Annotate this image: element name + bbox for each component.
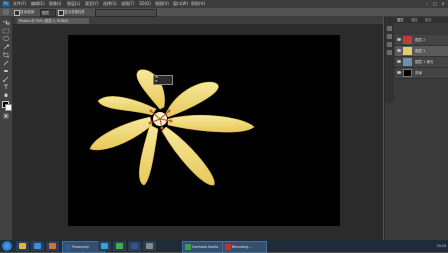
- visibility-eye-icon[interactable]: [397, 38, 401, 41]
- layer-row[interactable]: 图层 1 拷贝: [395, 57, 448, 68]
- document-canvas[interactable]: [68, 35, 340, 226]
- tab-channels[interactable]: 通道: [411, 17, 418, 23]
- menu-item-layer[interactable]: 图层(L): [67, 1, 80, 7]
- layer-name: 图层 1 拷贝: [415, 60, 434, 64]
- brush-tool-icon[interactable]: [2, 76, 10, 82]
- layer-row[interactable]: 背景: [395, 68, 448, 79]
- move-tool-icon[interactable]: [2, 19, 11, 26]
- eyedropper-tool-icon[interactable]: [2, 60, 10, 66]
- photoshop-logo: Ps: [2, 1, 10, 7]
- move-tool-preset-icon[interactable]: [3, 9, 9, 15]
- tab-layers[interactable]: 图层: [397, 17, 404, 23]
- camtasia-task-icon: [185, 244, 191, 250]
- recording-task-icon: [225, 244, 231, 250]
- menu-bar: Ps 文件(F) 编辑(E) 图像(I) 图层(L) 类型(Y) 选择(S) 滤…: [0, 0, 448, 8]
- menu-item-select[interactable]: 选择(S): [103, 1, 117, 7]
- wechat-icon: [116, 243, 123, 249]
- tab-paths[interactable]: 路径: [425, 17, 432, 23]
- task-label: Photoshop: [72, 245, 89, 249]
- task-label: Recording...: [232, 245, 251, 249]
- marquee-tool-icon[interactable]: [2, 28, 10, 34]
- start-button[interactable]: [2, 241, 12, 251]
- layer-name: 图层 1: [415, 49, 426, 53]
- taskbar-app-media[interactable]: [46, 241, 59, 251]
- visibility-eye-icon[interactable]: [397, 71, 401, 74]
- layers-list: 图层 2 图层 1 图层 1 拷贝 背景: [395, 35, 448, 105]
- tools-panel: [0, 17, 13, 240]
- taskbar-app-wechat[interactable]: [113, 241, 126, 251]
- taskbar-app-word[interactable]: [128, 241, 141, 251]
- word-icon: [131, 243, 138, 249]
- menu-item-3d[interactable]: 3D(D): [139, 1, 151, 7]
- menu-item-edit[interactable]: 编辑(E): [31, 1, 45, 7]
- system-tray: 10:24: [437, 241, 446, 251]
- photoshop-task-icon: [65, 244, 71, 250]
- windows-taskbar: Photoshop Camtasia Studio Recording... 1…: [0, 240, 448, 253]
- tooltip-height: H:: [155, 78, 159, 83]
- auto-select-label: 自动选择:: [20, 10, 36, 14]
- menu-item-image[interactable]: 图像(I): [49, 1, 61, 7]
- history-icon[interactable]: [387, 26, 392, 31]
- layer-name: 图层 2: [415, 38, 426, 42]
- quick-mask-icon[interactable]: [2, 113, 10, 119]
- taskbar-app-explorer[interactable]: [16, 241, 29, 251]
- clock[interactable]: 10:24: [437, 244, 446, 248]
- background-color-swatch[interactable]: [5, 104, 12, 111]
- visibility-eye-icon[interactable]: [397, 49, 401, 52]
- hand-tool-icon[interactable]: [2, 92, 10, 98]
- menu-item-help[interactable]: 帮助(H): [191, 1, 205, 7]
- lasso-tool-icon[interactable]: [2, 36, 10, 42]
- minimize-button[interactable]: –: [424, 1, 430, 6]
- menu-item-filter[interactable]: 滤镜(T): [121, 1, 135, 7]
- layer-thumbnail: [403, 69, 412, 77]
- auto-select-value: 图层: [42, 11, 49, 15]
- layer-thumbnail: [403, 36, 412, 44]
- close-button[interactable]: ×: [440, 1, 446, 6]
- taskbar-task-recording[interactable]: Recording...: [222, 241, 267, 253]
- taskbar-app-qq[interactable]: [98, 241, 111, 251]
- properties-icon[interactable]: [387, 34, 392, 39]
- folder-icon: [19, 243, 26, 249]
- taskbar-app-ie[interactable]: [31, 241, 44, 251]
- menu-item-type[interactable]: 类型(Y): [85, 1, 99, 7]
- layer-row-selected[interactable]: 图层 1: [395, 46, 448, 57]
- swatches-icon[interactable]: [387, 50, 392, 55]
- document-tab-bar: Photos @ 50% (图层 2, RGB/8): [13, 17, 383, 24]
- panel-icon-strip: [385, 23, 394, 103]
- layer-name: 背景: [415, 71, 422, 75]
- layer-thumbnail: [403, 58, 412, 66]
- chat-icon: [101, 243, 108, 249]
- type-tool-icon[interactable]: [2, 84, 10, 90]
- media-icon: [49, 243, 56, 249]
- menu-item-window[interactable]: 窗口(W): [173, 1, 188, 7]
- crop-tool-icon[interactable]: [2, 52, 10, 58]
- adjustments-icon[interactable]: [387, 42, 392, 47]
- align-buttons-group[interactable]: [95, 9, 157, 17]
- layer-thumbnail: [403, 47, 412, 55]
- quick-select-tool-icon[interactable]: [2, 44, 10, 50]
- task-label: Camtasia Studio: [192, 245, 219, 249]
- browser-icon: [34, 243, 41, 249]
- lily-flower-image: [89, 69, 255, 186]
- transform-tooltip: W: H:: [153, 75, 173, 85]
- menu-item-view[interactable]: 视图(V): [155, 1, 169, 7]
- options-bar: 自动选择: 图层 显示变换控件: [0, 8, 448, 17]
- auto-select-dropdown[interactable]: 图层: [40, 9, 56, 17]
- panel-tabs: 图层 通道 路径: [385, 17, 448, 23]
- menu-item-file[interactable]: 文件(F): [13, 1, 26, 7]
- right-panel: 图层 通道 路径 图层 2 图层 1 图层 1 拷贝 背景: [384, 17, 448, 246]
- taskbar-app-extra[interactable]: [143, 241, 156, 251]
- app-icon: [146, 243, 153, 249]
- show-transform-label: 显示变换控件: [64, 10, 85, 14]
- healing-brush-tool-icon[interactable]: [2, 68, 10, 74]
- visibility-eye-icon[interactable]: [397, 60, 401, 63]
- layer-row[interactable]: 图层 2: [395, 35, 448, 46]
- maximize-button[interactable]: □: [432, 1, 438, 6]
